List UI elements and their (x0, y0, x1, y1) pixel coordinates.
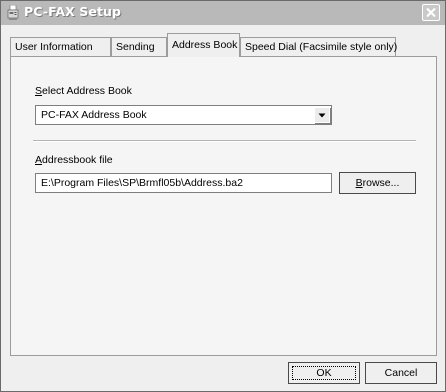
browse-button[interactable]: Browse... (339, 172, 416, 194)
addressbook-file-path-field[interactable]: E:\Program Files\SP\Brmfl05b\Address.ba2 (35, 173, 332, 193)
addressbook-file-label: Addressbook file (35, 154, 113, 166)
tab-user-information[interactable]: User Information (10, 37, 111, 56)
title-bar[interactable]: PC-FAX Setup (1, 1, 445, 25)
tab-address-book[interactable]: Address Book (167, 33, 240, 57)
close-button[interactable] (422, 4, 440, 21)
dropdown-button[interactable] (314, 107, 330, 123)
selected-address-book: PC-FAX Address Book (41, 109, 147, 121)
chevron-down-icon (318, 113, 326, 118)
fax-machine-icon (7, 5, 19, 20)
tab-sending[interactable]: Sending (111, 37, 167, 56)
select-address-book-label: Select Address Book (35, 85, 132, 97)
cancel-button[interactable]: Cancel (365, 362, 437, 384)
address-book-panel (10, 56, 437, 356)
tab-strip: User Information Sending Address Book Sp… (10, 31, 430, 57)
address-book-select[interactable]: PC-FAX Address Book (35, 105, 332, 125)
pc-fax-setup-window: PC-FAX Setup User Information Sending Ad… (0, 0, 446, 392)
window-title: PC-FAX Setup (24, 4, 122, 19)
tab-speed-dial[interactable]: Speed Dial (Facsimile style only) (240, 37, 397, 56)
section-divider (33, 140, 416, 142)
focus-rectangle (292, 366, 356, 380)
ok-button[interactable]: OK (288, 362, 360, 384)
close-icon (426, 7, 436, 18)
